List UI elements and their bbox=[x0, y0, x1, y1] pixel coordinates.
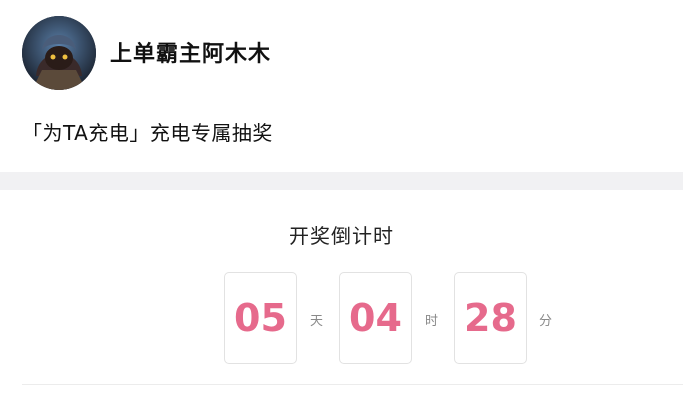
countdown-section: 开奖倒计时 05 天 04 时 28 分 bbox=[0, 190, 683, 400]
hours-box: 04 bbox=[339, 272, 412, 364]
bottom-divider bbox=[22, 384, 683, 385]
username[interactable]: 上单霸主阿木木 bbox=[110, 36, 271, 68]
days-box: 05 bbox=[224, 272, 297, 364]
countdown-title: 开奖倒计时 bbox=[289, 224, 394, 248]
days-unit: 天 bbox=[310, 314, 324, 329]
post-title: 「为TA充电」充电专属抽奖 bbox=[22, 121, 273, 145]
minutes-unit: 分 bbox=[539, 314, 553, 329]
hours-unit: 时 bbox=[425, 314, 439, 329]
avatar-image bbox=[22, 16, 96, 90]
minutes-box: 28 bbox=[454, 272, 527, 364]
avatar[interactable] bbox=[22, 16, 96, 90]
section-divider bbox=[0, 172, 683, 190]
post-header: 上单霸主阿木木 「为TA充电」充电专属抽奖 bbox=[0, 0, 683, 172]
